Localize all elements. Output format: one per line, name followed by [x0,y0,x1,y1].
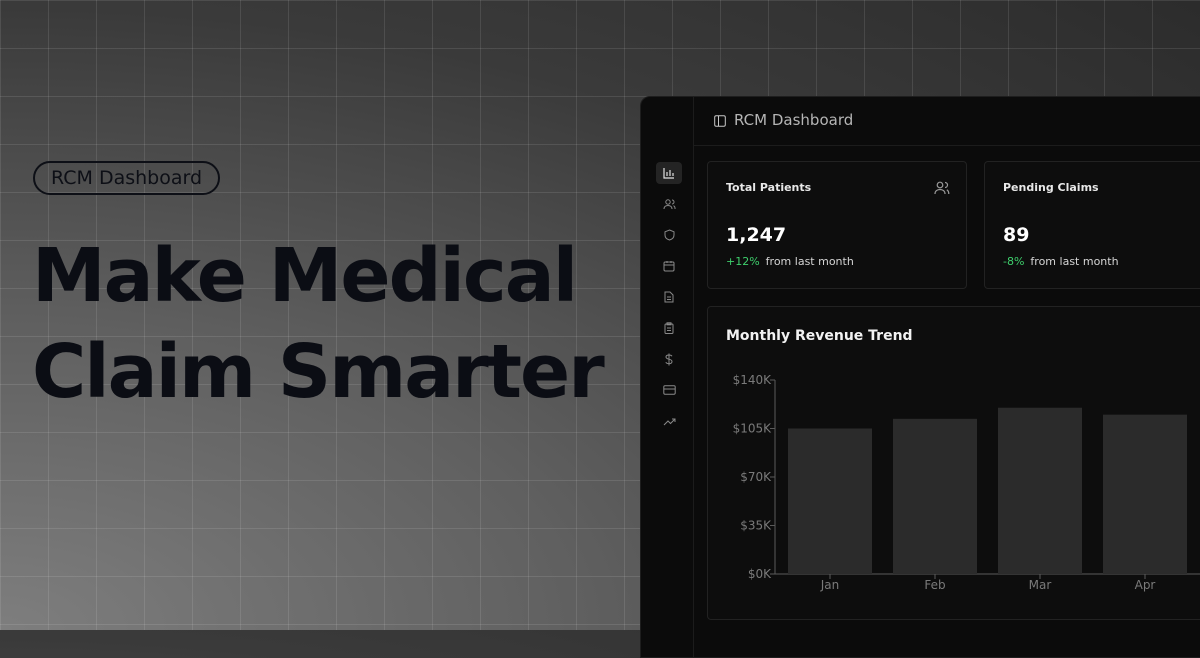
dashboard-window: RCM Dashboard Total Patients 1,247 +12% f… [640,96,1200,658]
stat-card-total-patients: Total Patients 1,247 +12% from last month [707,161,967,289]
revenue-bar [998,407,1082,574]
y-tick-label: $70K [740,470,772,484]
stat-value: 1,247 [726,224,787,246]
x-tick-label: Mar [1029,578,1052,592]
revenue-bar-chart: $0K $35K $70K $105K $140K Jan Feb Mar Apr [733,373,1200,592]
stat-delta: -8% from last month [1003,255,1119,268]
calendar-icon[interactable] [656,255,682,277]
stat-label: Pending Claims [1003,181,1099,194]
revenue-chart-card: Monthly Revenue Trend $0K $35K $70K $105K $1… [707,306,1200,620]
y-tick-label: $35K [740,519,772,533]
hero-headline-line-1: Make Medical [32,233,578,319]
users-icon [934,181,950,195]
credit-card-icon[interactable] [656,379,682,401]
top-bar: RCM Dashboard [694,97,1200,146]
users-icon[interactable] [656,193,682,215]
file-text-icon[interactable] [656,286,682,308]
x-tick-label: Feb [924,578,945,592]
x-tick-label: Apr [1135,578,1156,592]
shield-icon[interactable] [656,224,682,246]
stat-delta-text: from last month [765,255,854,268]
trending-up-icon[interactable] [656,410,682,432]
bar-chart-icon[interactable] [656,162,682,184]
revenue-bar [893,418,977,574]
stat-delta-text: from last month [1030,255,1119,268]
revenue-bar [788,428,872,574]
hero-headline: Make Medical Claim Smarter [32,228,605,420]
stat-delta: +12% from last month [726,255,854,268]
hero-badge-label: RCM Dashboard [51,167,203,189]
y-tick-label: $105K [733,422,773,436]
stat-delta-percent: -8% [1003,255,1025,268]
y-tick-label: $0K [748,567,772,581]
x-tick-label: Jan [820,578,840,592]
stat-card-pending-claims: Pending Claims 89 -8% from last month [984,161,1200,289]
app-title: RCM Dashboard [734,111,854,129]
y-tick-label: $140K [733,373,773,387]
stat-label: Total Patients [726,181,812,194]
hero-badge: RCM Dashboard [33,161,221,195]
stat-delta-percent: +12% [726,255,760,268]
revenue-bar [1103,414,1187,574]
sidebar-toggle-icon[interactable] [714,115,726,127]
clipboard-icon[interactable] [656,317,682,339]
dollar-icon[interactable] [656,348,682,370]
hero-headline-line-2: Claim Smarter [32,329,605,415]
stat-value: 89 [1003,224,1030,246]
sidebar [641,97,694,657]
